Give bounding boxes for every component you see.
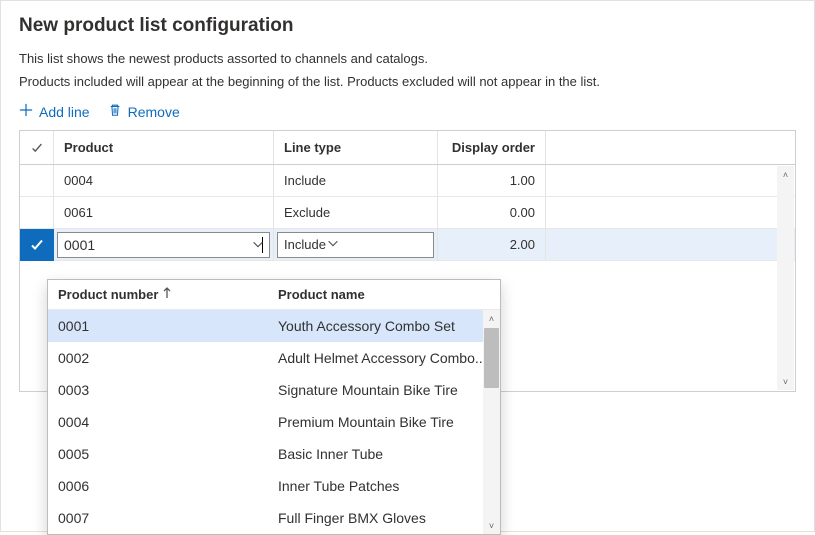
lookup-column-number[interactable]: Product number [48, 287, 268, 302]
scroll-up-icon[interactable]: ˄ [483, 310, 500, 327]
description-line-2: Products included will appear at the beg… [19, 74, 796, 89]
checkmark-icon [29, 237, 45, 253]
lookup-header: Product number Product name [48, 280, 500, 310]
scroll-down-icon[interactable]: ˅ [483, 517, 500, 534]
lookup-name: Full Finger BMX Gloves [268, 510, 500, 526]
lookup-row[interactable]: 0005 Basic Inner Tube [48, 438, 500, 470]
column-display-order[interactable]: Display order [438, 131, 546, 164]
lookup-name: Adult Helmet Accessory Combo... [268, 350, 500, 366]
lookup-row[interactable]: 0007 Full Finger BMX Gloves [48, 502, 500, 534]
lookup-name: Youth Accessory Combo Set [268, 318, 500, 334]
product-lookup-input[interactable]: 0001 [57, 232, 270, 258]
column-product[interactable]: Product [54, 131, 274, 164]
cell-line-type[interactable]: Include [274, 229, 438, 260]
line-type-value: Include [284, 237, 326, 252]
column-line-type[interactable]: Line type [274, 131, 438, 164]
product-input-value[interactable]: 0001 [64, 237, 261, 253]
cell-product[interactable]: 0001 [54, 229, 274, 260]
lookup-num: 0001 [48, 318, 268, 334]
add-line-button[interactable]: Add line [19, 103, 90, 120]
table-row[interactable]: 0004 Include 1.00 [20, 165, 795, 197]
cell-display-order[interactable]: 0.00 [438, 197, 546, 228]
lookup-column-name[interactable]: Product name [268, 287, 500, 302]
remove-button[interactable]: Remove [108, 103, 180, 120]
description-line-1: This list shows the newest products asso… [19, 51, 796, 66]
vertical-scrollbar[interactable]: ˄ ˅ [777, 166, 794, 390]
select-all-header[interactable] [20, 131, 54, 164]
table-row[interactable]: 0061 Exclude 0.00 [20, 197, 795, 229]
lookup-scrollbar[interactable]: ˄ ˅ [483, 310, 500, 534]
lookup-row[interactable]: 0001 Youth Accessory Combo Set [48, 310, 500, 342]
line-type-select[interactable]: Include [277, 232, 434, 258]
scroll-thumb[interactable] [484, 328, 499, 388]
grid-header: Product Line type Display order [20, 131, 795, 165]
lookup-name: Signature Mountain Bike Tire [268, 382, 500, 398]
lookup-row[interactable]: 0006 Inner Tube Patches [48, 470, 500, 502]
lookup-row[interactable]: 0002 Adult Helmet Accessory Combo... [48, 342, 500, 374]
lookup-num: 0003 [48, 382, 268, 398]
table-row[interactable]: 0001 Include 2.00 [20, 229, 795, 261]
lookup-name: Premium Mountain Bike Tire [268, 414, 500, 430]
row-selector[interactable] [20, 165, 54, 196]
row-selector[interactable] [20, 197, 54, 228]
cell-product[interactable]: 0004 [54, 165, 274, 196]
lookup-name: Basic Inner Tube [268, 446, 500, 462]
lookup-name: Inner Tube Patches [268, 478, 500, 494]
lookup-num: 0005 [48, 446, 268, 462]
lookup-num: 0004 [48, 414, 268, 430]
chevron-down-icon[interactable] [251, 237, 265, 254]
plus-icon [19, 103, 33, 120]
row-selector[interactable] [20, 229, 54, 261]
config-page: New product list configuration This list… [0, 0, 815, 532]
checkmark-icon [30, 141, 44, 155]
remove-label: Remove [128, 104, 180, 120]
product-lookup-dropdown: Product number Product name 0001 Youth A… [47, 279, 501, 535]
sort-asc-icon [162, 287, 172, 302]
lookup-num: 0007 [48, 510, 268, 526]
cell-line-type[interactable]: Include [274, 165, 438, 196]
cell-line-type[interactable]: Exclude [274, 197, 438, 228]
toolbar: Add line Remove [19, 103, 796, 120]
trash-icon [108, 103, 122, 120]
column-spacer [546, 131, 795, 164]
cell-product[interactable]: 0061 [54, 197, 274, 228]
lookup-num: 0006 [48, 478, 268, 494]
scroll-down-icon[interactable]: ˅ [777, 373, 794, 390]
add-line-label: Add line [39, 104, 90, 120]
page-title: New product list configuration [19, 15, 796, 37]
chevron-down-icon[interactable] [326, 236, 340, 253]
lookup-num: 0002 [48, 350, 268, 366]
cell-display-order[interactable]: 1.00 [438, 165, 546, 196]
scroll-up-icon[interactable]: ˄ [777, 166, 794, 183]
lookup-row[interactable]: 0003 Signature Mountain Bike Tire [48, 374, 500, 406]
lookup-row[interactable]: 0004 Premium Mountain Bike Tire [48, 406, 500, 438]
cell-display-order[interactable]: 2.00 [438, 229, 546, 260]
